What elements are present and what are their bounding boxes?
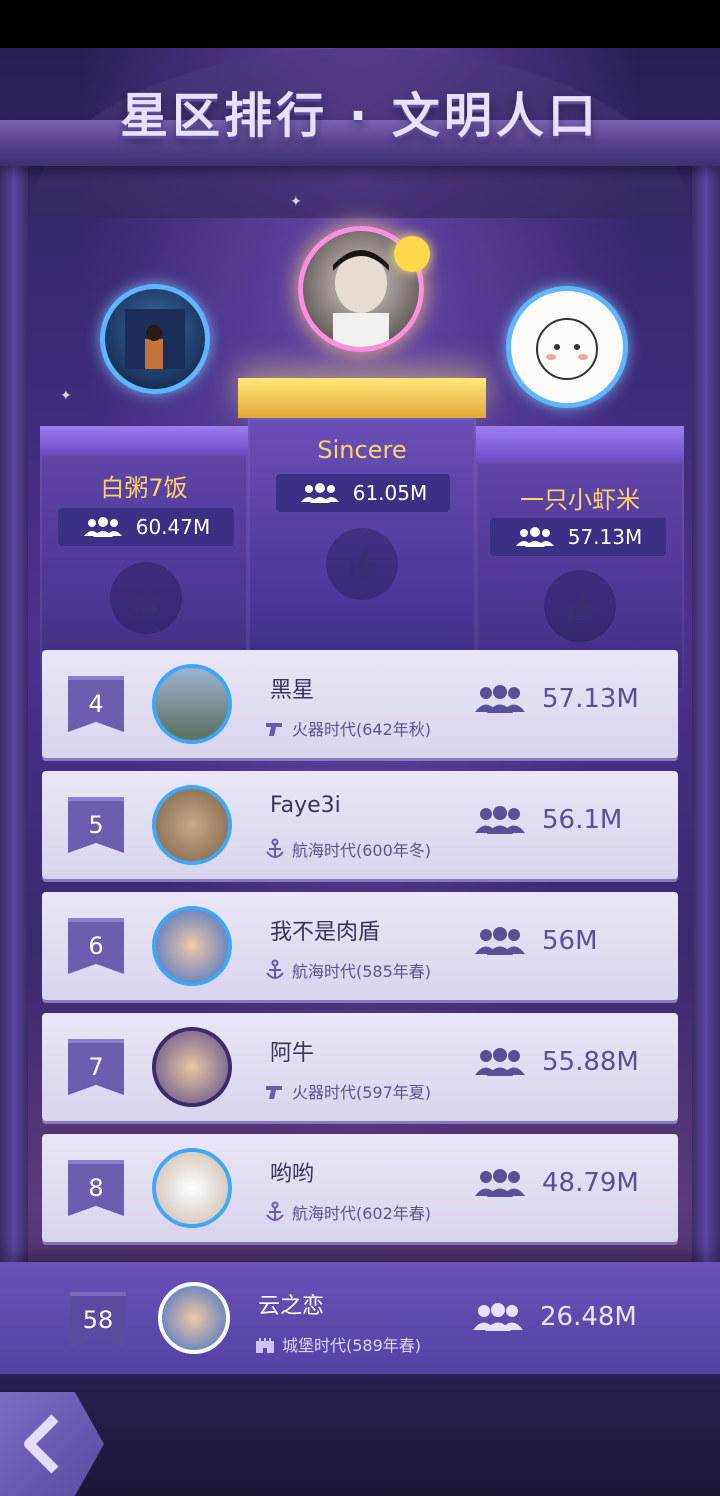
population: 56.1M — [472, 805, 622, 835]
star-icon: ✦ — [290, 194, 302, 210]
rank-badge: 8 — [68, 1160, 124, 1216]
era-info: 航海时代(602年春) — [264, 1200, 431, 1224]
population-value: 61.05M — [352, 481, 428, 505]
anchor-icon — [266, 838, 284, 858]
era-label: 火器时代(597年夏) — [292, 1083, 432, 1102]
podium-name-second: 白粥7饭 — [100, 474, 188, 502]
population-value: 57.13M — [567, 525, 643, 549]
rank-badge: 5 — [68, 797, 124, 853]
player-name: 我不是肉盾 — [270, 920, 381, 945]
status-bar — [0, 0, 720, 48]
avatar-art — [125, 309, 185, 369]
avatar-third-place[interactable] — [506, 286, 628, 408]
population-icon — [475, 685, 525, 713]
like-button-third[interactable] — [544, 570, 616, 642]
rank-badge: 4 — [68, 676, 124, 732]
population-value: 55.88M — [542, 1047, 639, 1077]
rank-badge: 7 — [68, 1039, 124, 1095]
like-button-first[interactable] — [326, 528, 398, 600]
table-row[interactable]: 6 我不是肉盾 航海时代(585年春) 56M — [42, 892, 678, 1000]
population: 55.88M — [472, 1047, 639, 1077]
era-info: 航海时代(585年春) — [264, 958, 431, 982]
population-pill-first: 61.05M — [276, 474, 450, 512]
population-icon — [475, 806, 525, 834]
avatar[interactable] — [158, 1282, 230, 1354]
left-pillar — [0, 158, 28, 1308]
thumbs-up-icon — [568, 592, 595, 620]
like-button-second[interactable] — [110, 562, 182, 634]
population-icon — [475, 927, 525, 955]
podium-top-third — [476, 426, 684, 462]
era-label: 航海时代(585年春) — [292, 962, 432, 981]
population-icon — [475, 1048, 525, 1076]
population-value: 60.47M — [135, 515, 211, 539]
thumbs-up-icon — [350, 550, 377, 578]
right-pillar — [692, 158, 720, 1308]
anchor-icon — [266, 959, 284, 979]
era-info: 航海时代(600年冬) — [264, 837, 431, 861]
thumbs-up-icon — [134, 584, 161, 612]
podium-top-second — [40, 426, 248, 454]
podium-name-first: Sincere — [317, 436, 407, 464]
player-name: Faye3i — [270, 793, 341, 818]
page-title: 星区排行 · 文明人口 — [120, 88, 600, 144]
gun-icon — [266, 1086, 282, 1099]
avatar[interactable] — [152, 785, 232, 865]
era-info: 火器时代(642年秋) — [264, 716, 431, 740]
era-label: 航海时代(600年冬) — [292, 841, 432, 860]
anchor-icon — [266, 1201, 284, 1221]
population-value: 56.1M — [542, 805, 623, 835]
rank-badge: 6 — [68, 918, 124, 974]
player-name: 黑星 — [270, 678, 315, 703]
castle-icon — [256, 1338, 274, 1353]
era-info: 城堡时代(589年春) — [254, 1332, 421, 1356]
population-value: 56M — [542, 926, 598, 956]
population: 48.79M — [472, 1168, 639, 1198]
table-row[interactable]: 8 哟哟 航海时代(602年春) 48.79M — [42, 1134, 678, 1242]
population: 56M — [472, 926, 598, 956]
chevron-left-icon — [24, 1414, 59, 1474]
player-name: 哟哟 — [270, 1162, 315, 1187]
avatar-second-place[interactable] — [100, 284, 210, 394]
population-pill-second: 60.47M — [58, 508, 234, 546]
population-pill-third: 57.13M — [490, 518, 666, 556]
leaderboard-stage: 星区排行 · 文明人口 ✦ ✦ ✦ 白粥7饭 60.47M Sincere 61… — [0, 48, 720, 1496]
rank-badge: 58 — [70, 1292, 126, 1348]
population-value: 48.79M — [542, 1168, 639, 1198]
era-label: 火器时代(642年秋) — [292, 720, 432, 739]
population-icon — [300, 483, 339, 503]
population: 57.13M — [472, 684, 639, 714]
podium-name-third: 一只小虾米 — [520, 486, 640, 514]
table-row[interactable]: 5 Faye3i 航海时代(600年冬) 56.1M — [42, 771, 678, 879]
population-value: 57.13M — [542, 684, 639, 714]
avatar[interactable] — [152, 1027, 232, 1107]
podium-top-first — [238, 378, 486, 418]
gun-icon — [266, 723, 282, 736]
avatar[interactable] — [152, 906, 232, 986]
population-icon — [515, 527, 554, 547]
my-rank-row[interactable]: 58 云之恋 城堡时代(589年春) 26.48M — [0, 1262, 720, 1374]
table-row[interactable]: 7 阿牛 火器时代(597年夏) 55.88M — [42, 1013, 678, 1121]
population-icon — [83, 517, 122, 537]
star-icon: ✦ — [60, 388, 72, 404]
population-value: 26.48M — [540, 1302, 637, 1332]
player-name: 云之恋 — [258, 1294, 325, 1319]
moon-icon — [394, 236, 430, 272]
era-label: 城堡时代(589年春) — [282, 1336, 422, 1355]
era-label: 航海时代(602年春) — [292, 1204, 432, 1223]
bottom-area — [0, 1374, 720, 1496]
player-name: 阿牛 — [270, 1041, 315, 1066]
population: 26.48M — [470, 1302, 637, 1332]
population-icon — [473, 1303, 523, 1331]
avatar[interactable] — [152, 664, 232, 744]
table-row[interactable]: 4 黑星 火器时代(642年秋) 57.13M — [42, 650, 678, 758]
era-info: 火器时代(597年夏) — [264, 1079, 431, 1103]
population-icon — [475, 1169, 525, 1197]
avatar-art — [536, 318, 598, 380]
avatar[interactable] — [152, 1148, 232, 1228]
